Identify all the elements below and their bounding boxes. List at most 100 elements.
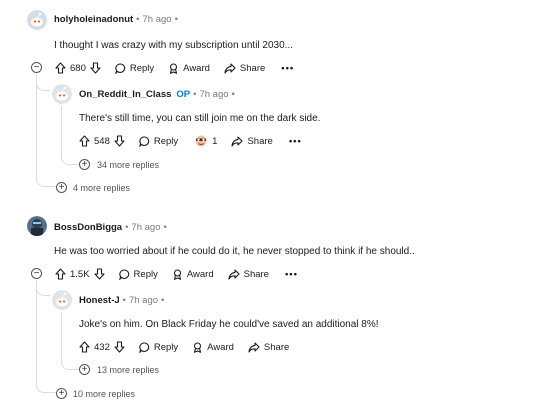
avatar[interactable] — [27, 216, 47, 236]
vote-group: 432 — [79, 341, 125, 353]
share-icon — [224, 62, 236, 74]
reply-button[interactable]: Reply — [115, 63, 154, 74]
award-label: Award — [207, 341, 234, 353]
collapse-button[interactable]: − — [31, 62, 42, 73]
reply-button[interactable]: Reply — [118, 268, 158, 280]
comment-actions: 1.5K Reply Award Share ••• — [55, 266, 298, 282]
vote-count: 548 — [94, 135, 110, 147]
more-options-button[interactable]: ••• — [289, 136, 302, 147]
comment-bubble-icon — [139, 135, 150, 147]
reply-label: Reply — [129, 62, 155, 74]
comment-meta: holyholeinadonut • 7h ago • — [54, 14, 181, 26]
more-replies-link[interactable]: 13 more replies — [97, 365, 159, 375]
comment-author[interactable]: BossDonBigga — [54, 222, 122, 234]
thread-connector — [36, 174, 56, 187]
vote-count: 432 — [94, 341, 110, 353]
avatar[interactable] — [52, 290, 72, 310]
share-button[interactable]: Share — [228, 269, 269, 280]
expand-replies-button[interactable]: + — [79, 364, 90, 375]
award-button[interactable]: Award — [172, 269, 214, 280]
more-options-button[interactable]: ••• — [281, 63, 294, 74]
comment-time[interactable]: 7h ago — [131, 222, 160, 234]
snoo-avatar-icon — [27, 10, 47, 30]
more-options-button[interactable]: ••• — [285, 269, 298, 280]
reply-label: Reply — [133, 268, 158, 280]
vote-group: 1.5K — [55, 268, 105, 280]
thread-line[interactable] — [61, 106, 62, 158]
snoo-avatar-icon — [52, 84, 72, 104]
reply-label: Reply — [153, 341, 179, 353]
reply-label: Reply — [153, 135, 179, 147]
comment-time[interactable]: 7h ago — [129, 295, 158, 307]
more-replies-link[interactable]: 4 more replies — [73, 183, 130, 193]
thread-line[interactable] — [36, 280, 37, 382]
thread-line[interactable] — [61, 312, 62, 360]
upvote-icon[interactable] — [79, 341, 90, 353]
separator-dot: • — [122, 295, 126, 306]
share-label: Share — [247, 135, 273, 147]
award-icon — [173, 268, 181, 280]
comment-actions: 680 Reply Award Share ••• — [55, 60, 294, 76]
comment-time[interactable]: 7h ago — [143, 14, 172, 26]
reply-button[interactable]: Reply — [139, 136, 178, 147]
upvote-icon[interactable] — [55, 62, 66, 74]
expand-replies-button[interactable]: + — [56, 388, 67, 399]
comment-bubble-icon — [118, 268, 129, 280]
comment-meta: BossDonBigga • 7h ago • — [54, 222, 170, 234]
share-button[interactable]: Share — [224, 63, 265, 74]
comment-author[interactable]: Honest-J — [79, 295, 120, 307]
avatar[interactable] — [27, 10, 47, 30]
vote-group: 548 — [79, 135, 125, 147]
separator-dot: • — [231, 89, 235, 100]
custom-avatar-icon — [27, 216, 47, 236]
downvote-icon[interactable] — [114, 341, 125, 353]
snoo-avatar-icon — [52, 290, 72, 310]
award-count: 1 — [212, 135, 218, 147]
vote-count: 1.5K — [70, 268, 90, 280]
award-button[interactable]: Award — [168, 63, 210, 74]
upvote-icon[interactable] — [55, 268, 66, 280]
downvote-icon[interactable] — [93, 268, 105, 280]
award-icon — [170, 62, 178, 74]
share-label: Share — [243, 268, 269, 280]
reply-button[interactable]: Reply — [139, 342, 178, 353]
share-button[interactable]: Share — [248, 342, 289, 353]
share-icon — [248, 341, 260, 353]
award-label: Award — [186, 268, 214, 280]
share-icon — [231, 135, 244, 147]
separator-dot: • — [161, 295, 165, 306]
award-label: Award — [183, 62, 210, 74]
op-badge: OP — [176, 89, 191, 100]
thread-connector — [36, 380, 56, 393]
thread-connector — [61, 155, 79, 165]
award-emoji-icon — [195, 135, 207, 147]
thread-connector — [36, 280, 50, 296]
share-button[interactable]: Share — [231, 135, 273, 147]
separator-dot: • — [163, 222, 167, 233]
comment-body: He was too worried about if he could do … — [54, 246, 415, 257]
more-replies-link[interactable]: 10 more replies — [73, 389, 135, 399]
vote-count: 680 — [70, 62, 86, 74]
upvote-icon[interactable] — [79, 135, 90, 147]
share-label: Share — [263, 341, 290, 353]
share-icon — [228, 268, 240, 280]
avatar[interactable] — [52, 84, 72, 104]
more-replies-link[interactable]: 34 more replies — [97, 160, 159, 170]
downvote-icon[interactable] — [90, 62, 101, 74]
comment-body: There's still time, you can still join m… — [79, 113, 321, 124]
thread-connector — [61, 358, 79, 370]
comment-bubble-icon — [115, 62, 126, 74]
award-button[interactable]: 1 — [194, 135, 217, 147]
comment-time[interactable]: 7h ago — [199, 89, 228, 101]
thread-line[interactable] — [36, 76, 37, 176]
comment-meta: On_Reddit_In_Class OP • 7h ago • — [79, 89, 238, 101]
expand-replies-button[interactable]: + — [56, 182, 67, 193]
expand-replies-button[interactable]: + — [79, 159, 90, 170]
comment-body: I thought I was crazy with my subscripti… — [54, 40, 293, 51]
downvote-icon[interactable] — [114, 135, 125, 147]
separator-dot: • — [136, 14, 140, 25]
comment-author[interactable]: holyholeinadonut — [54, 14, 133, 26]
collapse-button[interactable]: − — [31, 268, 42, 279]
comment-author[interactable]: On_Reddit_In_Class — [79, 89, 171, 101]
award-button[interactable]: Award — [192, 342, 234, 353]
